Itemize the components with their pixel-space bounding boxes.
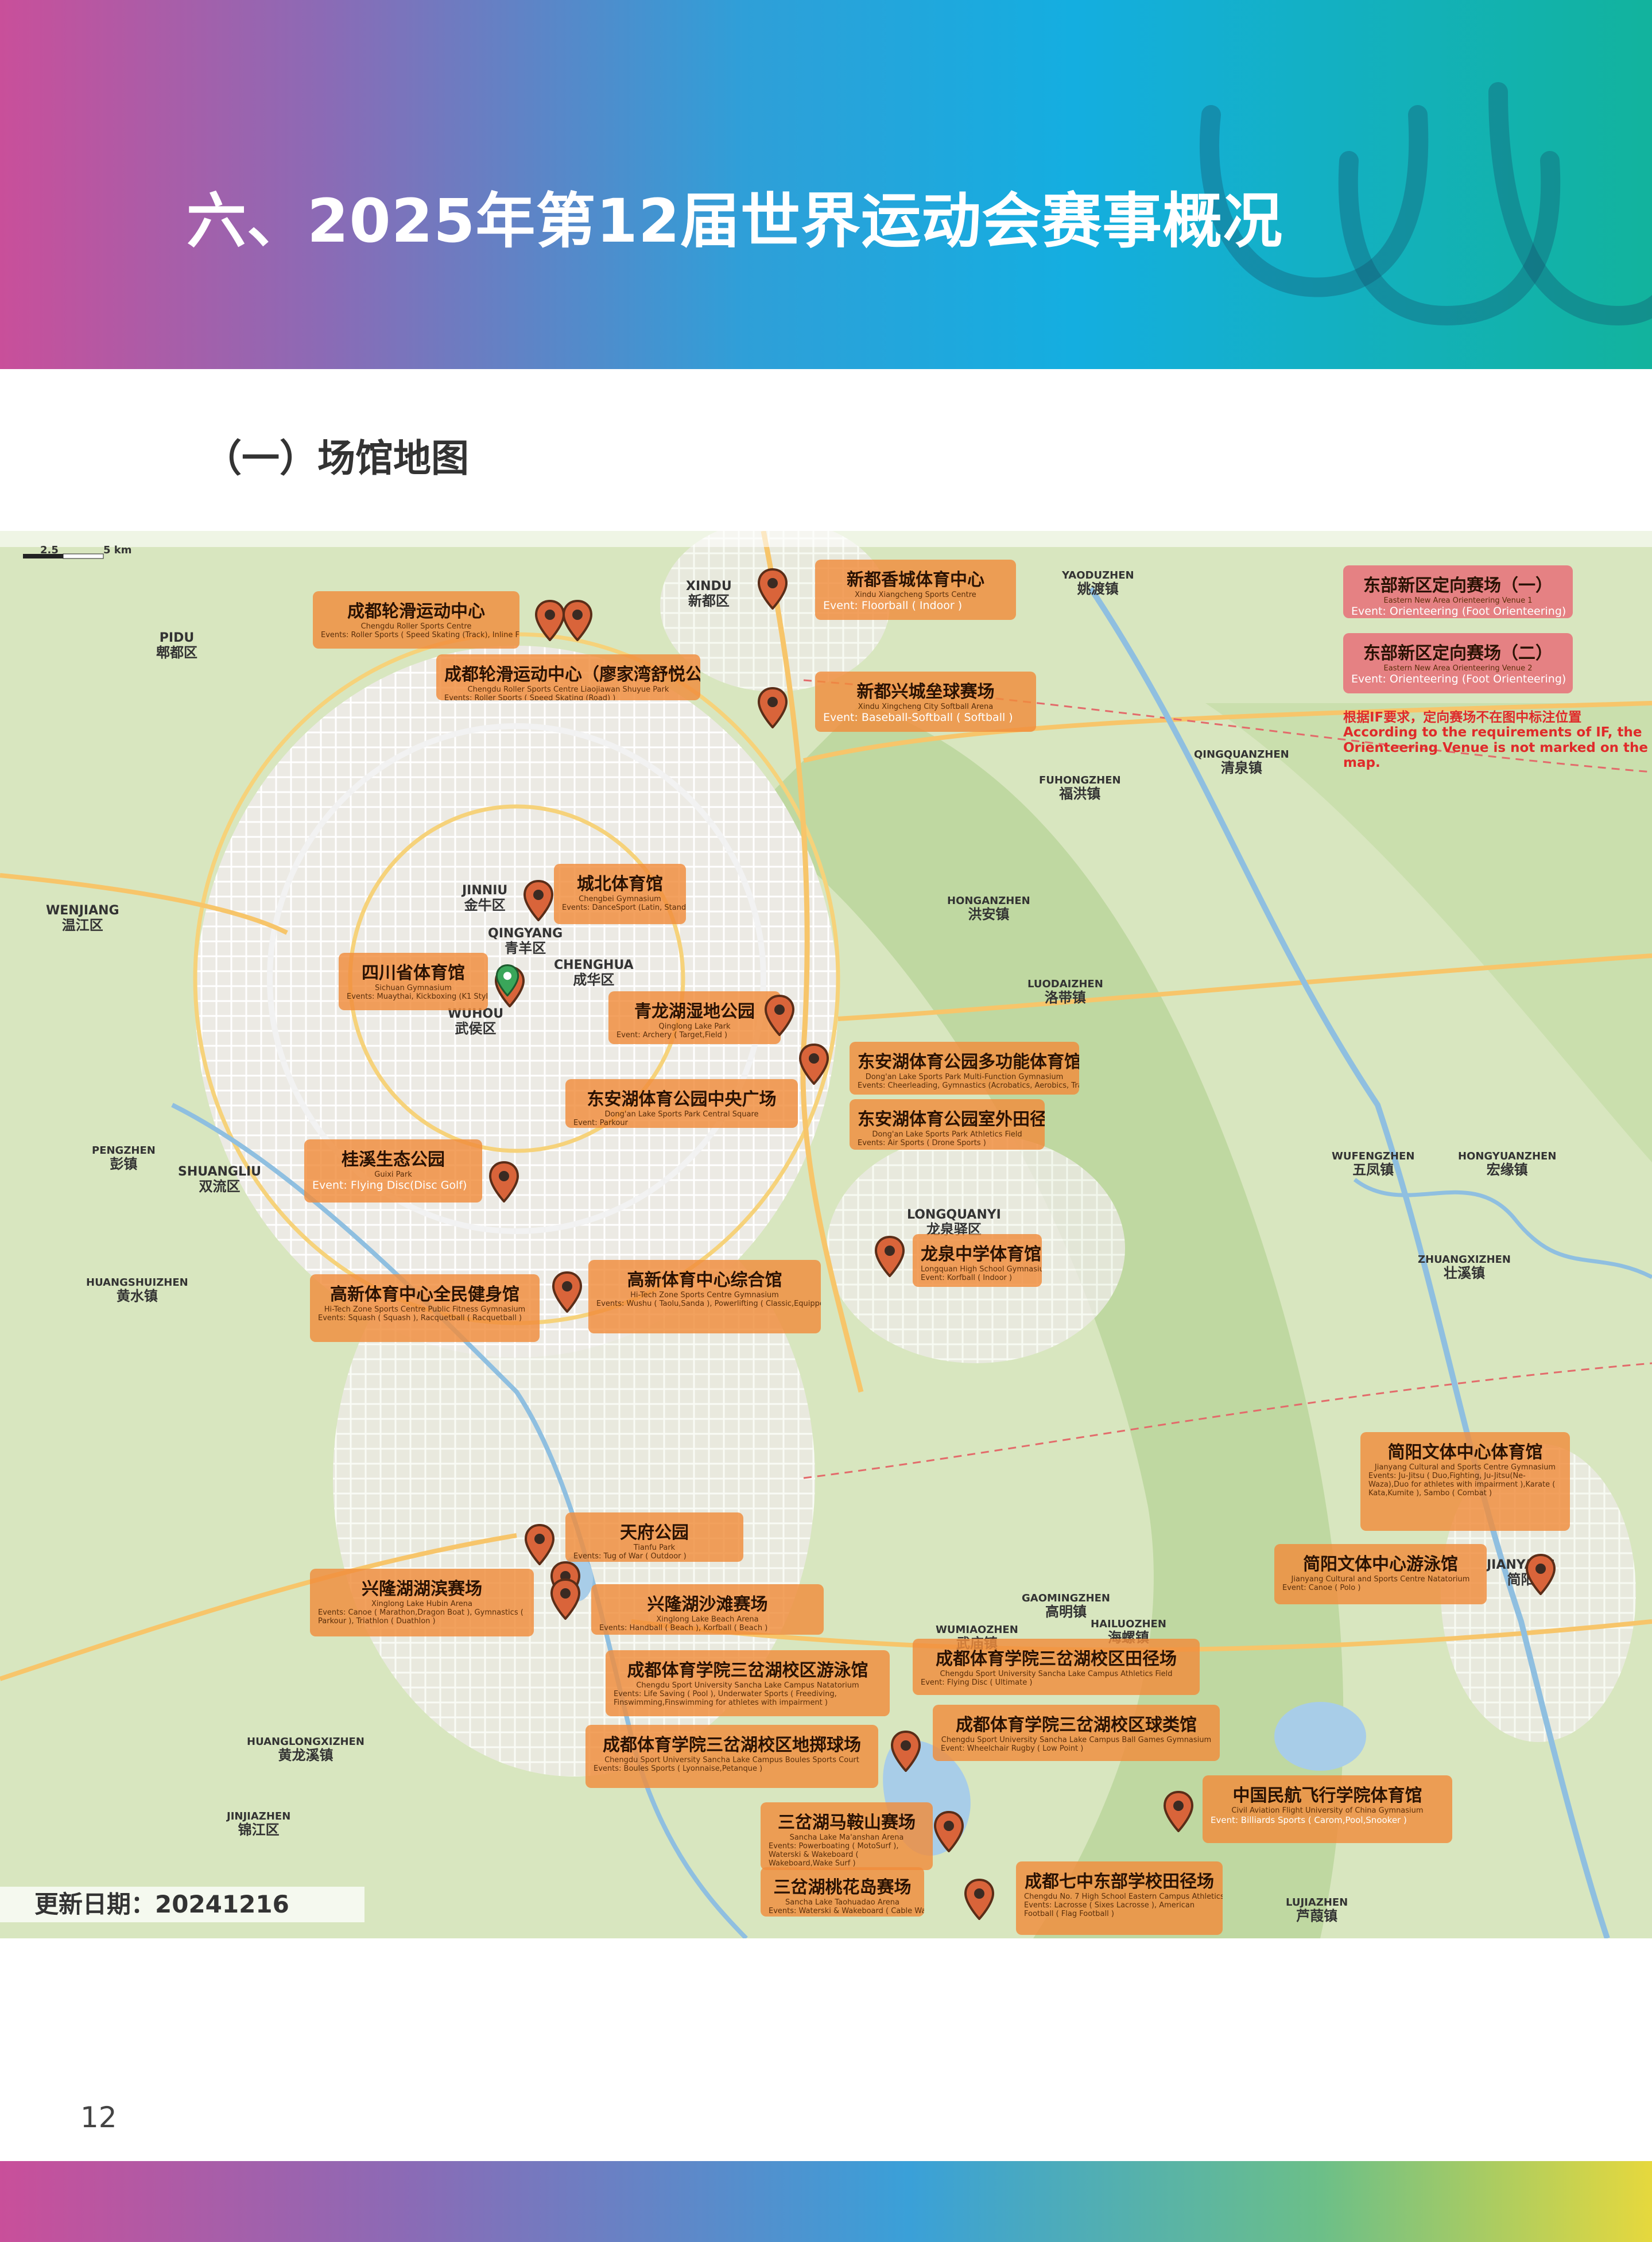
venue-label[interactable]: 成都轮滑运动中心（廖家湾舒悦公园）Chengdu Roller Sports C…	[436, 654, 700, 700]
map-pin-icon[interactable]	[1525, 1554, 1557, 1595]
district-label: SHUANGLIU 双流区	[178, 1165, 262, 1195]
map-pin-icon[interactable]	[890, 1731, 922, 1772]
page-number: 12	[80, 2101, 117, 2134]
venue-label[interactable]: 东安湖体育公园中央广场 Dong'an Lake Sports Park Cent…	[565, 1079, 798, 1128]
town-label: LUODAIZHEN 洛带镇	[1027, 978, 1103, 1006]
map-pin-icon[interactable]	[1162, 1791, 1195, 1832]
update-date: 更新日期：20241216	[0, 1887, 364, 1922]
district-label: QINGYANG 青羊区	[488, 926, 563, 957]
town-label: HONGYUANZHEN 宏缘镇	[1458, 1150, 1557, 1178]
map-pin-icon[interactable]	[757, 568, 789, 610]
venue-label[interactable]: 中国民航飞行学院体育馆 Civil Aviation Flight Univers…	[1203, 1775, 1452, 1843]
venue-map: 2.5 5 km XINDU 新都区 PIDU 郫都区 WENJIANG 温江区 JI…	[0, 531, 1652, 1938]
map-pin-icon[interactable]	[551, 1271, 583, 1313]
venue-label[interactable]: 成都体育学院三岔湖校区游泳馆 Chengdu Sport University S…	[606, 1650, 890, 1716]
venue-label[interactable]: 成都体育学院三岔湖校区地掷球场 Chengdu Sport University …	[585, 1725, 878, 1788]
district-label: WENJIANG 温江区	[46, 903, 119, 934]
district-label: XINDU 新都区	[686, 579, 732, 610]
venue-label[interactable]: 高新体育中心综合馆 Hi-Tech Zone Sports Centre Gymn…	[588, 1260, 821, 1333]
district-label: LONGQUANYI 龙泉驿区	[907, 1208, 1001, 1238]
venue-label[interactable]: 三岔湖马鞍山赛场 Sancha Lake Ma'anshan Arena Event…	[761, 1802, 933, 1870]
page-title: 六、2025年第12届世界运动会赛事概况	[187, 186, 1283, 256]
map-pin-icon[interactable]	[798, 1044, 830, 1085]
scale-label-mid: 2.5	[40, 544, 59, 556]
venue-label[interactable]: 东部新区定向赛场（二） Eastern New Area Orienteering…	[1343, 633, 1573, 693]
town-label: LUJIAZHEN 芦葭镇	[1286, 1896, 1348, 1924]
venue-label[interactable]: 三岔湖桃花岛赛场 Sancha Lake Taohuadao Arena Event…	[761, 1867, 924, 1917]
section-subtitle: （一）场馆地图	[204, 436, 469, 480]
town-label: PENGZHEN 彭镇	[92, 1145, 156, 1172]
map-pin-icon[interactable]	[522, 880, 554, 921]
venue-label[interactable]: 兴隆湖沙滩赛场 Xinglong Lake Beach Arena Events: …	[591, 1584, 824, 1635]
map-pin-icon[interactable]	[495, 964, 520, 996]
map-pin-icon[interactable]	[757, 687, 789, 728]
town-label: YAODUZHEN 姚渡镇	[1062, 569, 1134, 597]
map-pin-icon[interactable]	[561, 600, 594, 641]
venue-label[interactable]: 东部新区定向赛场（一） Eastern New Area Orienteering…	[1343, 565, 1573, 618]
venue-label[interactable]: 简阳文体中心游泳馆 Jianyang Cultural and Sports Ce…	[1274, 1544, 1487, 1604]
town-label: GAOMINGZHEN 高明镇	[1022, 1592, 1110, 1620]
venue-label[interactable]: 新都兴城垒球赛场 Xindu Xingcheng City Softball Ar…	[815, 672, 1036, 732]
town-label: QINGQUANZHEN 清泉镇	[1194, 748, 1289, 776]
town-label: WUFENGZHEN 五凤镇	[1332, 1150, 1415, 1178]
venue-label[interactable]: 成都七中东部学校田径场 Chengdu No. 7 High School Eas…	[1016, 1861, 1223, 1935]
district-label: WUHOU 武侯区	[448, 1007, 504, 1037]
town-label: HUANGLONGXIZHEN 黄龙溪镇	[247, 1736, 364, 1763]
map-pin-icon[interactable]	[488, 1161, 520, 1203]
venue-label[interactable]: 四川省体育馆 Sichuan Gymnasium Events: Muaythai,…	[339, 953, 488, 1010]
map-pin-icon[interactable]	[763, 995, 796, 1036]
map-pin-icon[interactable]	[933, 1811, 965, 1852]
town-label: JINJIAZHEN 锦江区	[227, 1810, 291, 1838]
venue-label[interactable]: 成都体育学院三岔湖校区球类馆 Chengdu Sport University S…	[933, 1705, 1220, 1761]
venue-label[interactable]: 成都轮滑运动中心 Chengdu Roller Sports Centre Even…	[313, 591, 519, 649]
venue-label[interactable]: 城北体育馆 Chengbei Gymnasium Events: DanceSpor…	[554, 864, 686, 924]
venue-label[interactable]: 东安湖体育公园室外田径场 Dong'an Lake Sports Park Ath…	[850, 1099, 1045, 1150]
map-pin-icon[interactable]	[549, 1578, 581, 1620]
venue-label[interactable]: 天府公园 Tianfu Park Events: Tug of War ( Outd…	[565, 1512, 743, 1562]
town-label: HUANGSHUIZHEN 黄水镇	[86, 1277, 188, 1304]
district-label: JINNIU 金牛区	[462, 883, 508, 914]
footer-gradient-bar	[0, 2161, 1652, 2242]
venue-label[interactable]: 东安湖体育公园多功能体育馆 Dong'an Lake Sports Park Mu…	[850, 1042, 1079, 1095]
venue-label[interactable]: 龙泉中学体育馆 Longquan High School Gymnasium Eve…	[913, 1234, 1042, 1287]
venue-label[interactable]: 简阳文体中心体育馆 Jianyang Cultural and Sports Ce…	[1360, 1432, 1570, 1531]
town-label: FUHONGZHEN 福洪镇	[1039, 774, 1121, 802]
town-label: HONGANZHEN 洪安镇	[947, 895, 1030, 922]
venue-label[interactable]: 桂溪生态公园 Guixi Park Event: Flying Disc(Disc …	[304, 1139, 482, 1203]
district-label: CHENGHUA 成华区	[554, 958, 634, 988]
district-label: PIDU 郫都区	[156, 631, 197, 661]
venue-label[interactable]: 新都香城体育中心 Xindu Xiangcheng Sports Centre Ev…	[815, 560, 1016, 620]
orienteering-note: 根据IF要求，定向赛场不在图中标注位置 According to the req…	[1343, 710, 1648, 771]
venue-label[interactable]: 成都体育学院三岔湖校区田径场 Chengdu Sport University S…	[913, 1639, 1200, 1695]
venue-label[interactable]: 青龙湖湿地公园 Qinglong Lake Park Event: Archery …	[608, 991, 781, 1044]
map-pin-icon[interactable]	[963, 1879, 995, 1920]
venue-label[interactable]: 兴隆湖湖滨赛场 Xinglong Lake Hubin Arena Events: …	[310, 1569, 534, 1636]
map-pin-icon[interactable]	[874, 1236, 906, 1277]
town-label: ZHUANGXIZHEN 壮溪镇	[1418, 1254, 1511, 1281]
venue-label[interactable]: 高新体育中心全民健身馆 Hi-Tech Zone Sports Centre Pu…	[310, 1274, 540, 1342]
map-pin-icon[interactable]	[523, 1524, 556, 1565]
header-banner: 六、2025年第12届世界运动会赛事概况	[0, 0, 1652, 369]
scale-label-end: 5 km	[103, 544, 132, 556]
